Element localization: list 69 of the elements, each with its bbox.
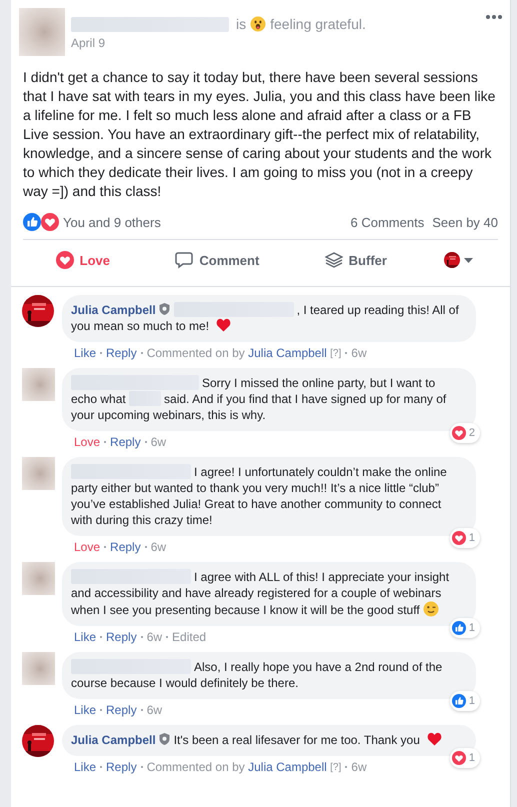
- comment-text: Julia Campbell It's been a real lifesaver for me too. Thank you: [71, 732, 462, 748]
- meta-text: 6w: [146, 630, 162, 644]
- comments-count[interactable]: 6 Comments: [350, 214, 424, 230]
- action-link[interactable]: Like: [74, 630, 96, 644]
- meta-text: Commented on by: [146, 760, 245, 774]
- meta-text: 6w: [150, 435, 166, 449]
- action-link[interactable]: Reply: [106, 760, 137, 774]
- help-link[interactable]: [?]: [330, 348, 342, 358]
- more-options-icon[interactable]: [486, 15, 502, 19]
- action-link[interactable]: Reply: [110, 540, 141, 554]
- reaction-count[interactable]: 1: [450, 618, 480, 638]
- winking-face-icon: [423, 601, 440, 617]
- love-icon: [452, 426, 466, 440]
- comment-text: I agree! I unfortunately couldn’t make the online party either but wanted to thank you very much!! It’s a nice little “club” you’ve established Julia! Great to have another community to connect with during this crazy time!: [71, 464, 448, 528]
- meta-text: 6w: [351, 346, 367, 360]
- love-button[interactable]: Love: [48, 247, 118, 273]
- comment-button[interactable]: Comment: [167, 247, 268, 273]
- love-icon: [41, 213, 59, 231]
- caret-icon[interactable]: [464, 258, 474, 262]
- action-link[interactable]: Reply: [106, 630, 137, 644]
- author-link[interactable]: Julia Campbell: [248, 760, 327, 774]
- heart-icon: [216, 318, 232, 332]
- post-date[interactable]: April 9: [71, 36, 502, 50]
- love-icon: [452, 531, 466, 545]
- reaction-count[interactable]: 2: [450, 423, 480, 443]
- help-link[interactable]: [?]: [330, 762, 342, 772]
- comment-text: Sorry I missed the online party, but I want to echo what said. And if you find that I have signed up for many of your upcoming webinars, this is why.: [71, 375, 448, 423]
- blurred-avatar: [22, 562, 55, 595]
- love-link[interactable]: Love: [74, 435, 100, 449]
- post-text: I didn't get a chance to say it today but, there have been several sessions that I have sat with tears in my eyes. Julia, you and this class have been like a lifeline for me. I felt so much less alone and afraid after a class or a FB Live session. You have an extraordinary gift--the perfect mix of relatability, knowledge, and a sincere sense of caring about your students and the work to which they dedicate their lives. I am going to miss you (not in a creepy way =]) and this class!: [22, 68, 496, 201]
- action-link[interactable]: Like: [74, 760, 96, 774]
- meta-text: 6w: [351, 760, 367, 774]
- seen-by-count[interactable]: Seen by 40: [432, 214, 498, 230]
- reaction-count[interactable]: 1: [450, 528, 480, 548]
- love-icon: [56, 251, 74, 269]
- comment-text: Also, I really hope you have a 2nd round of the course because I would definitely be there.: [71, 659, 444, 691]
- comment-author[interactable]: Julia Campbell: [71, 733, 156, 747]
- action-link[interactable]: Reply: [110, 435, 141, 449]
- blurred-avatar: [22, 652, 55, 685]
- meta-text: 6w: [146, 703, 162, 717]
- action-link[interactable]: Like: [74, 703, 96, 717]
- action-link[interactable]: Reply: [106, 703, 137, 717]
- love-link[interactable]: Love: [74, 540, 100, 554]
- love-icon: [452, 751, 466, 765]
- comment-author[interactable]: Julia Campbell: [71, 303, 156, 317]
- action-link[interactable]: Reply: [106, 346, 137, 360]
- surprised-face-icon: [250, 16, 266, 32]
- layers-icon: [324, 251, 343, 269]
- buffer-button[interactable]: Buffer: [316, 247, 395, 273]
- blurred-avatar: [19, 8, 65, 56]
- like-icon: [452, 621, 466, 635]
- action-link[interactable]: Like: [74, 346, 96, 360]
- blurred-avatar: [22, 457, 55, 490]
- reaction-count[interactable]: 1: [450, 748, 480, 768]
- like-icon: [23, 213, 41, 231]
- reactions-summary[interactable]: You and 9 others: [63, 214, 161, 230]
- reaction-count[interactable]: 1: [450, 691, 480, 711]
- comment-text: Julia Campbell , I teared up reading this! All of you mean so much to me!: [71, 302, 460, 334]
- meta-text: Commented on by: [146, 346, 245, 360]
- meta-text: Edited: [172, 630, 206, 644]
- heart-icon: [427, 732, 442, 746]
- feeling-text: feeling grateful.: [270, 16, 366, 32]
- blurred-avatar: [22, 368, 55, 401]
- feeling-verb: is: [236, 16, 246, 32]
- comment-icon: [175, 251, 194, 269]
- comment-text: I agree with ALL of this! I appreciate your insight and accessibility and have already registered for a couple of webinars when I see you presenting because I know it will be the good stuff: [71, 569, 450, 618]
- meta-text: 6w: [150, 540, 166, 554]
- author-link[interactable]: Julia Campbell: [248, 346, 327, 360]
- like-icon: [452, 694, 466, 708]
